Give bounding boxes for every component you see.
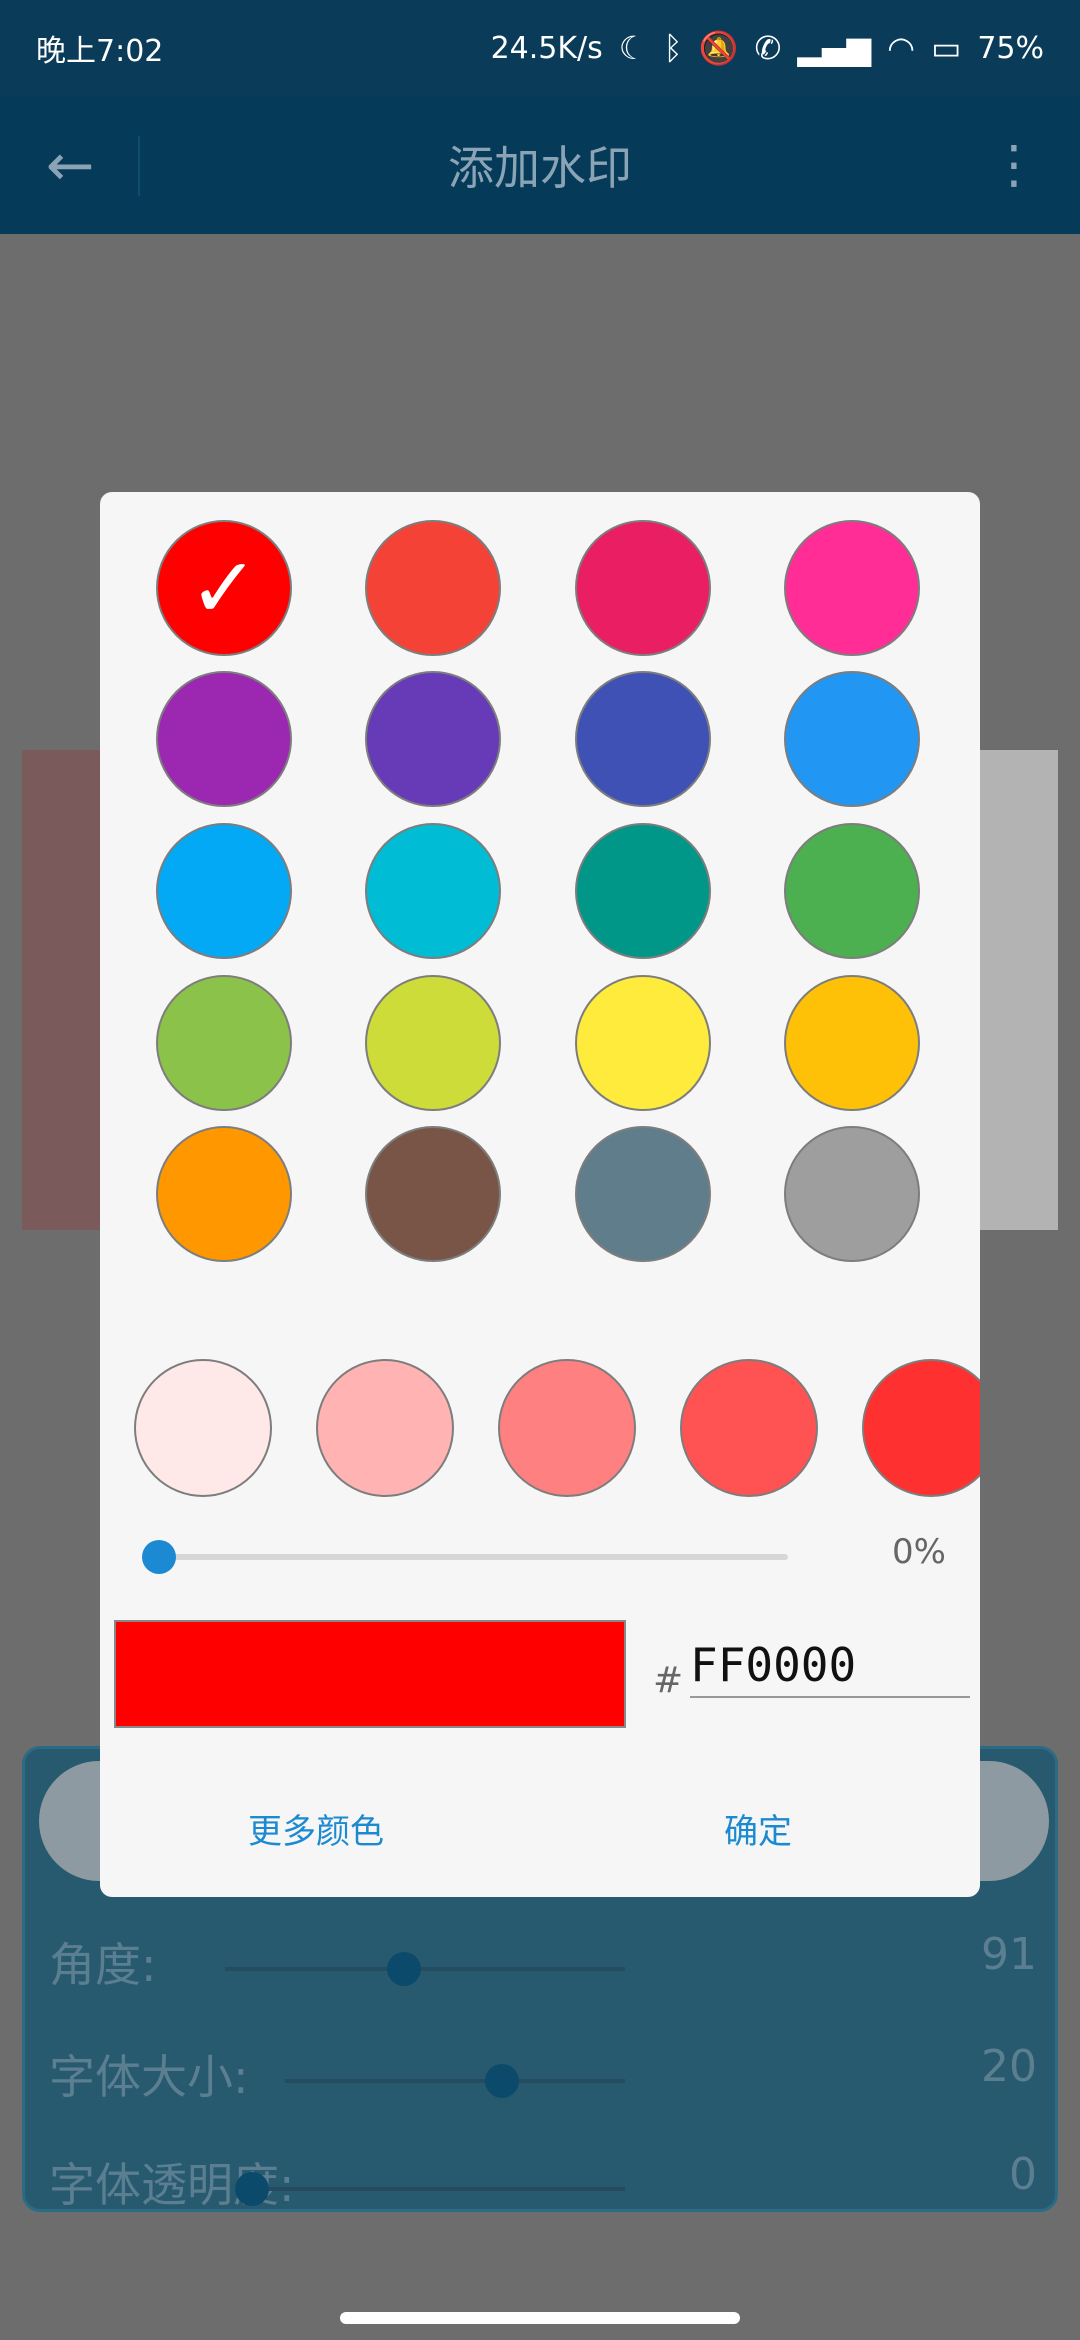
app-bar: ← 添加水印 ⋮: [0, 96, 1080, 234]
more-vertical-icon: ⋮: [988, 135, 1040, 195]
shade-swatch[interactable]: [862, 1359, 980, 1497]
opacity-slider-thumb[interactable]: [142, 1540, 176, 1574]
color-swatch[interactable]: [575, 1126, 711, 1262]
hex-prefix: #: [653, 1660, 684, 1701]
shade-swatch[interactable]: [134, 1359, 272, 1497]
moon-icon: ☾: [618, 29, 648, 67]
font-size-label: 字体大小:: [49, 2050, 249, 2104]
color-swatch[interactable]: ✓: [156, 520, 292, 656]
signal-icon: ▂▄▆: [797, 29, 872, 67]
shade-swatch[interactable]: [316, 1359, 454, 1497]
color-swatch[interactable]: [575, 671, 711, 807]
angle-slider-thumb[interactable]: [387, 1952, 421, 1986]
font-size-row: 字体大小: 20: [25, 2041, 1061, 2121]
font-opacity-slider-thumb[interactable]: [235, 2172, 269, 2206]
more-button[interactable]: ⋮: [988, 135, 1040, 195]
color-swatch[interactable]: [365, 823, 501, 959]
color-swatch[interactable]: [365, 520, 501, 656]
page-title: 添加水印: [448, 141, 632, 195]
color-swatch[interactable]: [575, 975, 711, 1111]
home-indicator[interactable]: [340, 2312, 740, 2324]
color-picker-dialog: ✓ 0% # 更多颜色 确定: [100, 492, 980, 1897]
image-thumbnail-right: [978, 750, 1058, 1230]
wifi-icon: ◠: [887, 29, 916, 67]
color-swatch[interactable]: [156, 823, 292, 959]
hex-input[interactable]: [690, 1634, 970, 1698]
battery-icon: ▭: [931, 29, 962, 67]
angle-label: 角度:: [49, 1938, 157, 1992]
color-swatch[interactable]: [365, 1126, 501, 1262]
font-opacity-value: 0: [1009, 2149, 1037, 2200]
font-size-slider-track[interactable]: [285, 2079, 625, 2083]
status-time: 晚上7:02: [36, 34, 164, 69]
opacity-value: 0%: [892, 1532, 946, 1572]
color-swatch[interactable]: [784, 671, 920, 807]
bluetooth-icon: ᛒ: [663, 29, 683, 67]
call-icon: ✆: [754, 29, 782, 67]
image-thumbnail-left: [22, 750, 112, 1230]
angle-slider-track[interactable]: [225, 1967, 625, 1971]
font-size-slider-thumb[interactable]: [485, 2064, 519, 2098]
font-size-value: 20: [981, 2041, 1037, 2092]
status-icons: 24.5K/s ☾ ᛒ 🔕 ✆ ▂▄▆ ◠ ▭ 75%: [491, 31, 1044, 66]
font-opacity-row: 字体透明度: 0: [25, 2149, 1061, 2229]
status-bar: 晚上7:02 24.5K/s ☾ ᛒ 🔕 ✆ ▂▄▆ ◠ ▭ 75%: [0, 0, 1080, 96]
color-swatch[interactable]: [156, 975, 292, 1111]
color-swatch[interactable]: [365, 975, 501, 1111]
color-preview: [114, 1620, 626, 1728]
color-swatch[interactable]: [156, 671, 292, 807]
mute-bell-icon: 🔕: [698, 29, 739, 67]
confirm-button[interactable]: 确定: [724, 1804, 792, 1853]
more-colors-button[interactable]: 更多颜色: [248, 1804, 384, 1853]
angle-value: 91: [981, 1929, 1037, 1980]
shade-swatch[interactable]: [498, 1359, 636, 1497]
color-swatch[interactable]: [784, 520, 920, 656]
check-icon: ✓: [188, 539, 260, 637]
network-speed: 24.5K/s: [490, 30, 603, 66]
battery-level: 75%: [977, 30, 1044, 66]
color-swatch[interactable]: [365, 671, 501, 807]
font-opacity-slider-track[interactable]: [255, 2187, 625, 2191]
color-swatch[interactable]: [575, 823, 711, 959]
shade-swatch[interactable]: [680, 1359, 818, 1497]
color-swatch[interactable]: [156, 1126, 292, 1262]
angle-row: 角度: 91: [25, 1929, 1061, 2009]
color-swatch[interactable]: [784, 1126, 920, 1262]
color-swatch[interactable]: [575, 520, 711, 656]
opacity-slider-track[interactable]: [156, 1554, 788, 1560]
color-swatch[interactable]: [784, 823, 920, 959]
color-swatch[interactable]: [784, 975, 920, 1111]
